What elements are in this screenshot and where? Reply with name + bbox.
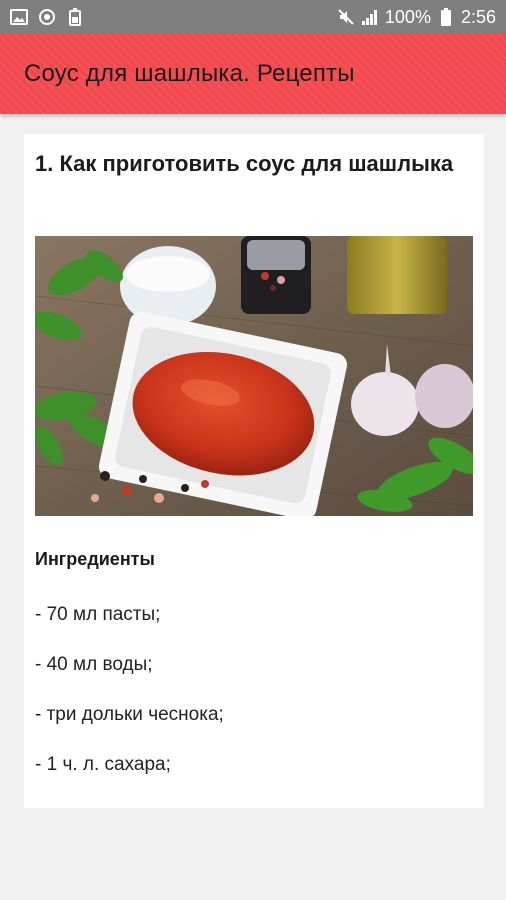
gallery-icon bbox=[10, 8, 28, 26]
ingredients-heading: Ингредиенты bbox=[35, 549, 155, 569]
recipe-photo bbox=[35, 236, 473, 516]
ingredient-item: - три дольки чеснока; bbox=[35, 704, 224, 725]
battery-icon bbox=[437, 8, 455, 26]
status-left bbox=[10, 8, 84, 26]
mute-icon bbox=[337, 8, 355, 26]
ingredient-item: - 70 мл пасты; bbox=[35, 604, 161, 625]
clock: 2:56 bbox=[460, 6, 496, 27]
app-title: Соус для шашлыка. Рецепты bbox=[24, 60, 355, 87]
battery-percent: 100% bbox=[384, 6, 431, 27]
status-bar: 100% 2:56 bbox=[0, 0, 506, 34]
recipe-title: 1. Как приготовить соус для шашлыка bbox=[35, 151, 454, 176]
status-right: 100% 2:56 bbox=[337, 7, 496, 28]
ingredient-item: - 40 мл воды; bbox=[35, 654, 153, 675]
app-bar: Соус для шашлыка. Рецепты bbox=[0, 34, 506, 114]
ingredient-item: - 1 ч. л. сахара; bbox=[35, 754, 171, 775]
recipe-card[interactable]: 1. Как приготовить соус для шашлыка Ингр… bbox=[24, 134, 484, 808]
sync-icon bbox=[38, 8, 56, 26]
battery-saver-icon bbox=[66, 8, 84, 26]
signal-icon bbox=[361, 8, 379, 26]
